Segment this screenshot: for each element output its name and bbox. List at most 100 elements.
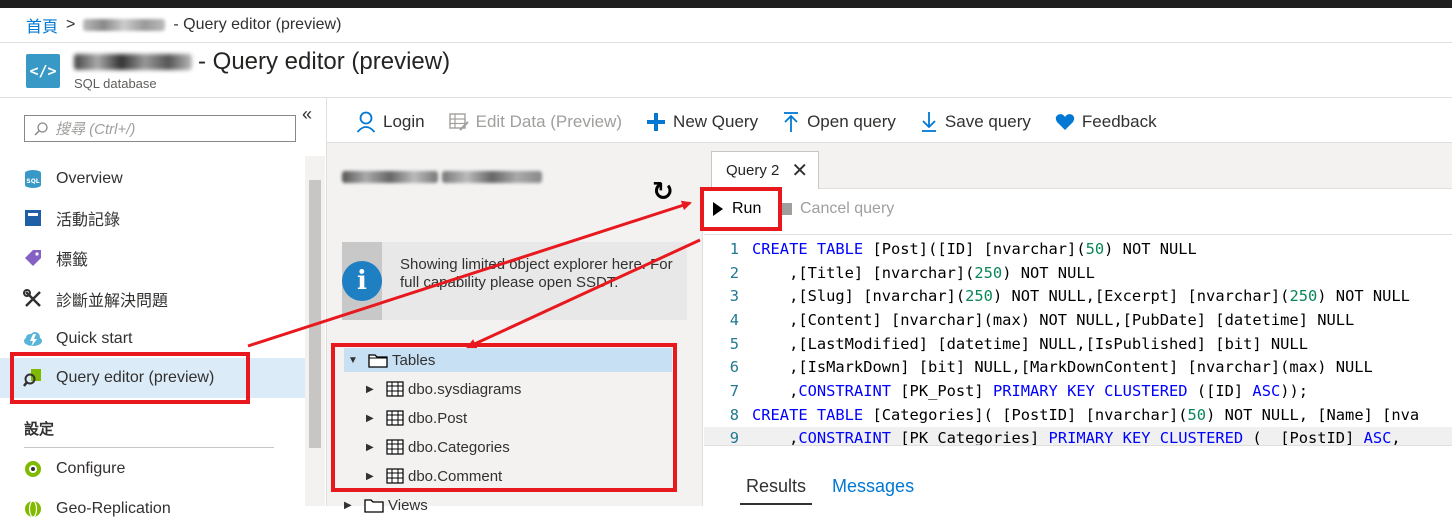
close-icon[interactable]: ✕ [791,158,808,183]
code-line[interactable]: 2 ,[Title] [nvarchar](250) NOT NULL [704,261,1452,285]
code-text: ,CONSTRAINT [PK_Categories] PRIMARY KEY … [752,429,1401,446]
feedback-button[interactable]: Feedback [1055,112,1157,132]
sql-code-editor[interactable]: 1 CREATE TABLE [Post]([ID] [nvarchar](50)… [704,234,1452,446]
breadcrumb-separator: > [66,16,76,33]
tag-icon [22,247,44,269]
sidebar-item-geo-replication[interactable]: Geo-Replication [0,489,305,529]
login-label: Login [383,112,425,131]
save-query-button[interactable]: Save query [920,111,1031,133]
sidebar-item-configure[interactable]: Configure [0,449,305,489]
open-query-button[interactable]: Open query [782,111,896,133]
code-text: ,[IsMarkDown] [bit] NULL,[MarkDownConten… [752,358,1373,377]
results-tab-bar: Results Messages [740,476,934,505]
plus-icon [647,113,666,131]
line-number: 4 [729,310,739,329]
tab-results[interactable]: Results [740,476,813,505]
refresh-icon[interactable]: ↻ [652,176,674,207]
tree-node-views[interactable]: ▶ Views [344,493,428,517]
save-query-label: Save query [944,112,1031,131]
sidebar-item-label: Configure [56,460,126,477]
redacted-resource-name [74,54,192,70]
globe-icon [22,498,44,520]
code-text: CREATE TABLE [Post]([ID] [nvarchar](50) … [752,239,1197,258]
sidebar-item-tags[interactable]: 標籤 [0,238,305,278]
sidebar-item-label: Quick start [56,330,133,347]
info-banner-text: Showing limited object explorer here. Fo… [400,256,673,291]
code-text: ,[LastModified] [datetime] NULL,[IsPubli… [752,334,1308,353]
login-button[interactable]: Login [356,111,425,133]
line-number: 8 [729,405,739,424]
code-line[interactable]: 9 ,CONSTRAINT [PK_Categories] PRIMARY KE… [704,426,1452,446]
edit-table-icon [448,113,469,131]
line-number: 9 [729,429,739,446]
page-title-text: - Query editor (preview) [198,48,451,75]
collapsed-triangle-icon[interactable]: ▶ [344,500,354,511]
heart-icon [1055,114,1075,130]
sidebar-search-input[interactable]: 搜尋 (Ctrl+/) [24,115,296,142]
cancel-query-label: Cancel query [800,200,895,217]
breadcrumb-home-link[interactable]: 首頁 [26,13,58,37]
sidebar-item-label: Geo-Replication [56,500,171,517]
svg-text:SQL: SQL [26,178,39,185]
info-banner: i Showing limited object explorer here. … [342,242,687,320]
sidebar-item-activity-log[interactable]: 活動記錄 [0,198,305,238]
breadcrumb-current: - Query editor (preview) [173,16,342,33]
activity-log-icon [22,207,44,229]
tab-query-2[interactable]: Query 2 ✕ [711,151,819,189]
breadcrumb-redacted-name [83,19,166,31]
redacted-user-name [442,171,542,183]
code-line[interactable]: 7 ,CONSTRAINT [PK_Post] PRIMARY KEY CLUS… [704,379,1452,403]
object-explorer-connection-title [342,171,542,183]
search-icon [34,121,48,136]
line-number: 3 [729,287,739,306]
sidebar-scrollbar-thumb[interactable] [309,180,321,448]
code-line[interactable]: 3 ,[Slug] [nvarchar](250) NOT NULL,[Exce… [704,284,1452,308]
sidebar-item-label: 診斷並解決問題 [56,293,169,310]
page-title: - Query editor (preview) [74,48,450,76]
open-query-label: Open query [807,112,896,131]
sql-database-icon: SQL [22,168,44,190]
code-line[interactable]: 8 CREATE TABLE [Categories]( [PostID] [nv… [704,403,1452,427]
divider [0,97,1452,98]
edit-data-label: Edit Data (Preview) [475,112,623,131]
line-number: 6 [729,358,739,377]
cancel-query-button[interactable]: Cancel query [780,194,894,224]
new-query-button[interactable]: New Query [646,112,758,132]
edit-data-button[interactable]: Edit Data (Preview) [448,112,623,132]
sidebar-item-diagnose[interactable]: 診斷並解決問題 [0,279,305,319]
person-icon [356,111,376,133]
redacted-server-name [342,171,438,183]
line-number: 1 [729,239,739,258]
divider [0,42,1452,43]
code-line[interactable]: 5 ,[LastModified] [datetime] NULL,[IsPub… [704,332,1452,356]
code-text: CREATE TABLE [Categories]( [PostID] [nva… [752,405,1420,424]
top-dark-bar [0,0,1452,8]
feedback-label: Feedback [1081,112,1157,131]
upload-icon [784,112,799,132]
annotation-box-tables [331,343,677,492]
line-number: 7 [729,382,739,401]
code-line[interactable]: 4 ,[Content] [nvarchar](max) NOT NULL,[P… [704,308,1452,332]
sidebar-section-settings: 設定 [24,421,55,438]
collapse-sidebar-button[interactable]: « [302,104,312,125]
code-text: ,CONSTRAINT [PK_Post] PRIMARY KEY CLUSTE… [752,382,1309,401]
code-text: ,[Content] [nvarchar](max) NOT NULL,[Pub… [752,310,1355,329]
code-line[interactable]: 6 ,[IsMarkDown] [bit] NULL,[MarkDownCont… [704,356,1452,380]
sidebar-item-overview[interactable]: SQL Overview [0,159,305,199]
tree-node-label: Views [388,496,428,514]
code-line[interactable]: 1 CREATE TABLE [Post]([ID] [nvarchar](50)… [704,237,1452,261]
tab-messages[interactable]: Messages [826,476,920,505]
annotation-box-run [700,187,782,231]
query-editor-toolbar: Login Edit Data (Preview) New Query Open… [356,108,1181,136]
wrench-icon [22,288,44,310]
line-number: 5 [729,334,739,353]
breadcrumb: 首頁 > - Query editor (preview) [26,14,341,36]
divider [24,447,274,448]
download-icon [921,112,936,132]
configure-icon [22,458,44,480]
code-text: ,[Slug] [nvarchar](250) NOT NULL,[Excerp… [752,287,1410,306]
sidebar-item-label: Overview [56,170,123,187]
sidebar-item-label: 活動記錄 [56,212,121,229]
tab-label: Query 2 [726,162,780,179]
line-number: 2 [729,263,739,282]
